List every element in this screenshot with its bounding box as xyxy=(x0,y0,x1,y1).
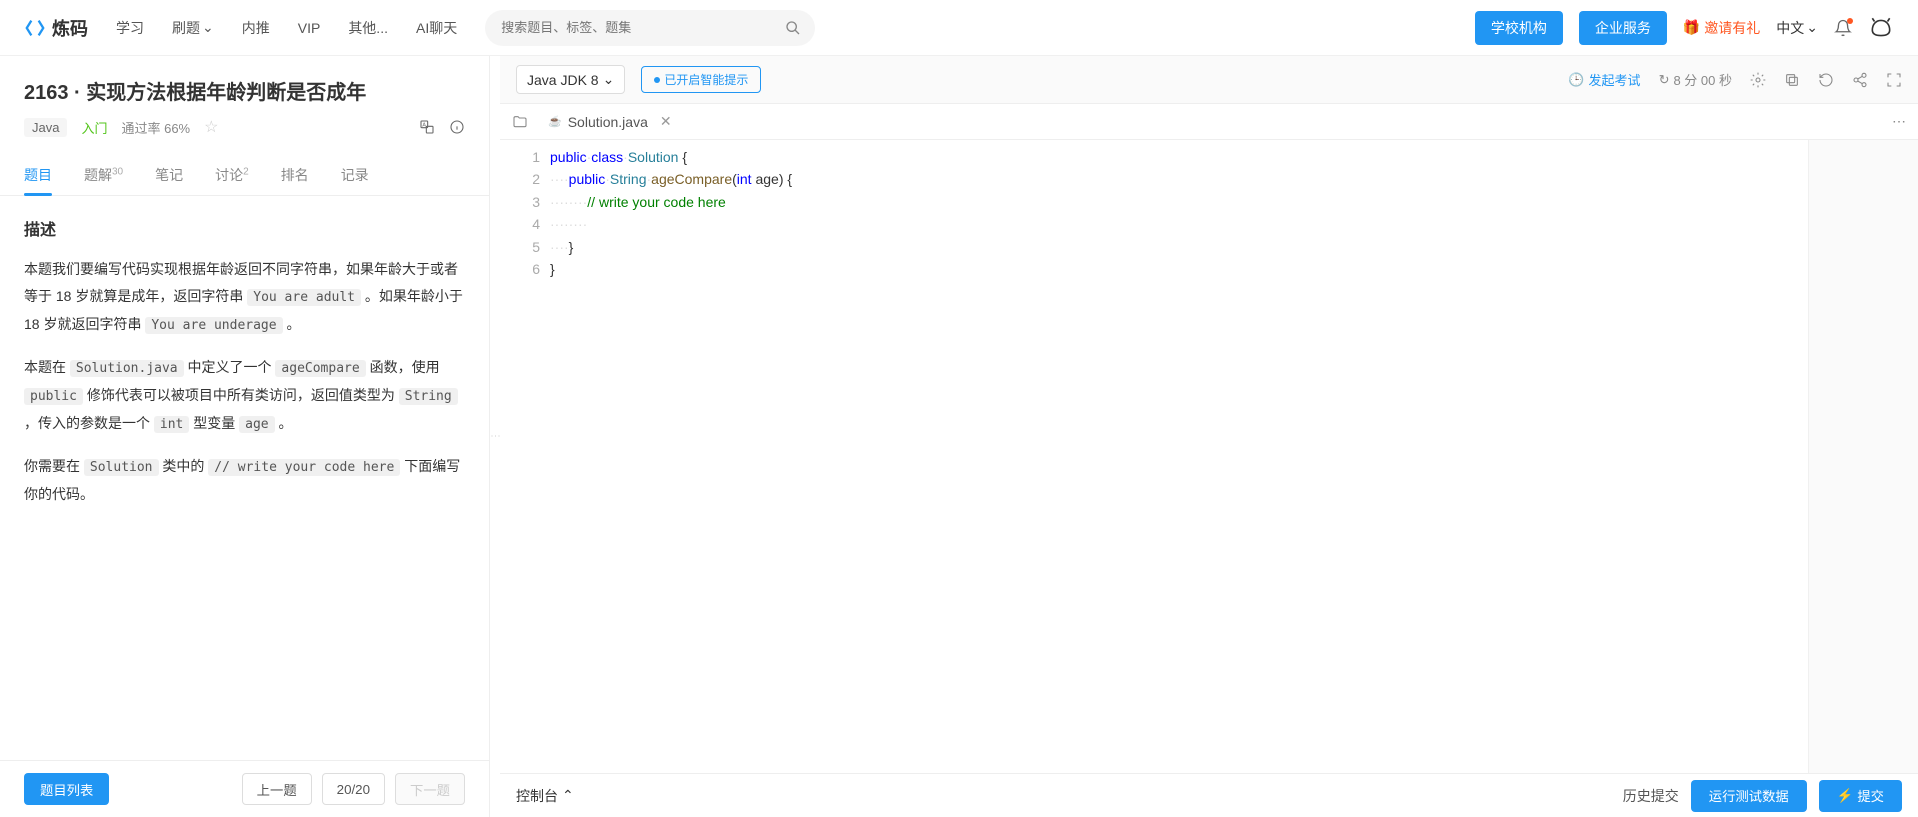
chevron-down-icon: ⌄ xyxy=(603,71,615,88)
problem-description: 描述 本题我们要编写代码实现根据年龄返回不同字符串，如果年龄大于或者等于 18 … xyxy=(0,196,489,760)
chevron-down-icon: ⌄ xyxy=(1806,19,1818,36)
nav-other[interactable]: 其他... xyxy=(348,18,388,38)
gift-icon: 🎁 xyxy=(1683,19,1700,36)
search-box xyxy=(485,10,815,46)
file-tab[interactable]: ☕ Solution.java ✕ xyxy=(540,113,680,130)
tab-rank[interactable]: 排名 xyxy=(281,155,309,195)
nav-study[interactable]: 学习 xyxy=(116,18,144,38)
lang-tag: Java xyxy=(24,118,67,137)
tab-record[interactable]: 记录 xyxy=(341,155,369,195)
lightning-icon: ⚡ xyxy=(1837,788,1854,804)
star-icon[interactable]: ☆ xyxy=(204,117,218,137)
search-icon[interactable] xyxy=(785,20,801,36)
file-bar: ☕ Solution.java ✕ ⋯ xyxy=(500,104,1918,140)
java-icon: ☕ xyxy=(548,115,562,128)
school-button[interactable]: 学校机构 xyxy=(1475,11,1563,45)
left-panel: 2163 · 实现方法根据年龄判断是否成年 Java 入门 通过率 66% ☆ … xyxy=(0,56,490,817)
nav-links: 学习 刷题 ⌄ 内推 VIP 其他... AI聊天 xyxy=(116,18,457,38)
chevron-up-icon: ⌃ xyxy=(562,787,574,804)
more-icon[interactable]: ⋯ xyxy=(1892,113,1906,130)
hint-badge[interactable]: 已开启智能提示 xyxy=(641,66,761,93)
nav-right: 学校机构 企业服务 🎁邀请有礼 中文 ⌄ xyxy=(1475,11,1894,45)
nav-practice[interactable]: 刷题 ⌄ xyxy=(172,18,214,38)
run-button[interactable]: 运行测试数据 xyxy=(1691,780,1807,812)
problem-tabs: 题目 题解30 笔记 讨论2 排名 记录 xyxy=(0,155,489,196)
section-title: 描述 xyxy=(24,216,465,246)
reset-icon[interactable] xyxy=(1818,72,1834,88)
logo-icon xyxy=(24,17,46,39)
minimap[interactable] xyxy=(1808,140,1918,773)
chevron-down-icon: ⌄ xyxy=(202,19,214,36)
cat-icon[interactable] xyxy=(1868,15,1894,41)
problem-header: 2163 · 实现方法根据年龄判断是否成年 Java 入门 通过率 66% ☆ … xyxy=(0,56,489,155)
top-nav: 炼码 学习 刷题 ⌄ 内推 VIP 其他... AI聊天 学校机构 企业服务 🎁… xyxy=(0,0,1918,56)
code-content[interactable]: public·class·Solution { ····public·Strin… xyxy=(550,140,1808,773)
dot-icon xyxy=(654,77,660,83)
code-toolbar: Java JDK 8 ⌄ 已开启智能提示 🕒发起考试 ↻8 分 00 秒 xyxy=(500,56,1918,104)
translate-icon[interactable]: A xyxy=(419,119,435,135)
history-link[interactable]: 历史提交 xyxy=(1623,786,1679,806)
nav-vip[interactable]: VIP xyxy=(298,20,321,36)
problem-title: 2163 · 实现方法根据年龄判断是否成年 xyxy=(24,76,465,105)
settings-icon[interactable] xyxy=(1750,72,1766,88)
prev-button[interactable]: 上一题 xyxy=(242,773,312,805)
tab-notes[interactable]: 笔记 xyxy=(155,155,183,195)
problem-meta: Java 入门 通过率 66% ☆ A xyxy=(24,117,465,137)
language-select[interactable]: 中文 ⌄ xyxy=(1776,18,1818,38)
submit-button[interactable]: ⚡提交 xyxy=(1819,780,1902,812)
search-input[interactable] xyxy=(485,10,815,46)
left-bottom-bar: 题目列表 上一题 20/20 下一题 xyxy=(0,760,489,817)
folder-icon[interactable] xyxy=(512,114,528,130)
level-tag: 入门 xyxy=(81,118,107,137)
tab-solution[interactable]: 题解30 xyxy=(84,155,123,195)
next-button: 下一题 xyxy=(395,773,465,805)
clock-icon: 🕒 xyxy=(1568,72,1584,88)
logo[interactable]: 炼码 xyxy=(24,15,88,41)
tab-discuss[interactable]: 讨论2 xyxy=(215,155,249,195)
desc-p1: 本题我们要编写代码实现根据年龄返回不同字符串，如果年龄大于或者等于 18 岁就算… xyxy=(24,256,465,338)
history-icon: ↻ xyxy=(1659,72,1670,88)
pass-rate: 通过率 66% xyxy=(121,118,190,137)
invite-link[interactable]: 🎁邀请有礼 xyxy=(1683,18,1760,38)
language-selector[interactable]: Java JDK 8 ⌄ xyxy=(516,65,625,94)
tab-description[interactable]: 题目 xyxy=(24,155,52,195)
dots-icon: ⋮ xyxy=(490,431,501,443)
notification-dot xyxy=(1847,18,1853,24)
info-icon[interactable] xyxy=(449,119,465,135)
main: 2163 · 实现方法根据年龄判断是否成年 Java 入门 通过率 66% ☆ … xyxy=(0,56,1918,817)
fullscreen-icon[interactable] xyxy=(1886,72,1902,88)
timer: ↻8 分 00 秒 xyxy=(1659,70,1732,89)
line-gutter: 123456 xyxy=(500,140,550,773)
right-bottom-bar: 控制台 ⌃ 历史提交 运行测试数据 ⚡提交 xyxy=(500,773,1918,817)
right-panel: Java JDK 8 ⌄ 已开启智能提示 🕒发起考试 ↻8 分 00 秒 ☕ S… xyxy=(500,56,1918,817)
file-name: Solution.java xyxy=(568,114,648,130)
resize-handle[interactable]: ⋮ xyxy=(490,56,500,817)
desc-p3: 你需要在 Solution 类中的 // write your code her… xyxy=(24,453,465,507)
brand-name: 炼码 xyxy=(52,15,88,41)
copy-icon[interactable] xyxy=(1784,72,1800,88)
enterprise-button[interactable]: 企业服务 xyxy=(1579,11,1667,45)
code-editor[interactable]: 123456 public·class·Solution { ····publi… xyxy=(500,140,1918,773)
problem-list-button[interactable]: 题目列表 xyxy=(24,773,109,805)
start-exam[interactable]: 🕒发起考试 xyxy=(1568,70,1640,89)
svg-text:A: A xyxy=(422,122,426,128)
counter-button[interactable]: 20/20 xyxy=(322,773,385,805)
nav-referral[interactable]: 内推 xyxy=(242,18,270,38)
console-toggle[interactable]: 控制台 ⌃ xyxy=(516,786,574,806)
close-icon[interactable]: ✕ xyxy=(660,113,672,130)
share-icon[interactable] xyxy=(1852,72,1868,88)
bell-icon[interactable] xyxy=(1834,19,1852,37)
nav-ai-chat[interactable]: AI聊天 xyxy=(416,18,457,38)
desc-p2: 本题在 Solution.java 中定义了一个 ageCompare 函数，使… xyxy=(24,354,465,437)
